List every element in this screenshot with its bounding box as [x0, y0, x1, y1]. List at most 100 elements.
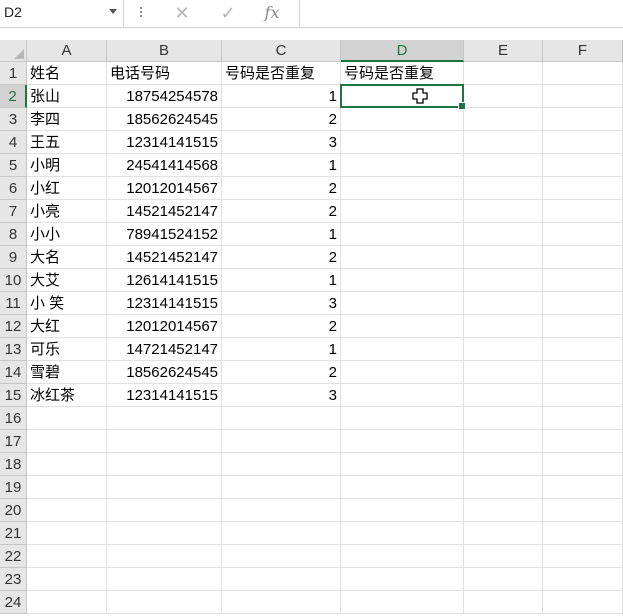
row-header-3[interactable]: 3: [0, 108, 27, 131]
cell-a17[interactable]: [27, 430, 107, 453]
cell-c12[interactable]: 2: [222, 315, 341, 338]
cell-d14[interactable]: [341, 361, 464, 384]
cell-a18[interactable]: [27, 453, 107, 476]
cell-a12[interactable]: 大红: [27, 315, 107, 338]
row-header-9[interactable]: 9: [0, 246, 27, 269]
cell-b23[interactable]: [107, 568, 222, 591]
cell-d15[interactable]: [341, 384, 464, 407]
cell-c17[interactable]: [222, 430, 341, 453]
cell-b8[interactable]: 78941524152: [107, 223, 222, 246]
cell-d17[interactable]: [341, 430, 464, 453]
cell-e3[interactable]: [464, 108, 543, 131]
cell-f18[interactable]: [543, 453, 623, 476]
cell-d13[interactable]: [341, 338, 464, 361]
row-header-1[interactable]: 1: [0, 62, 27, 85]
cell-e5[interactable]: [464, 154, 543, 177]
cell-a15[interactable]: 冰红茶: [27, 384, 107, 407]
cell-f13[interactable]: [543, 338, 623, 361]
cell-d1[interactable]: 号码是否重复: [341, 62, 464, 85]
cell-f19[interactable]: [543, 476, 623, 499]
column-header-f[interactable]: F: [543, 40, 623, 62]
cell-e19[interactable]: [464, 476, 543, 499]
cell-a22[interactable]: [27, 545, 107, 568]
cell-a1[interactable]: 姓名: [27, 62, 107, 85]
row-header-18[interactable]: 18: [0, 453, 27, 476]
cell-d3[interactable]: [341, 108, 464, 131]
cell-e12[interactable]: [464, 315, 543, 338]
row-header-13[interactable]: 13: [0, 338, 27, 361]
cell-f24[interactable]: [543, 591, 623, 614]
cell-d6[interactable]: [341, 177, 464, 200]
cell-a14[interactable]: 雪碧: [27, 361, 107, 384]
cell-a13[interactable]: 可乐: [27, 338, 107, 361]
cell-f15[interactable]: [543, 384, 623, 407]
cell-b10[interactable]: 12614141515: [107, 269, 222, 292]
cell-e24[interactable]: [464, 591, 543, 614]
cell-b22[interactable]: [107, 545, 222, 568]
cell-b21[interactable]: [107, 522, 222, 545]
cell-e15[interactable]: [464, 384, 543, 407]
cell-b6[interactable]: 12012014567: [107, 177, 222, 200]
cell-c18[interactable]: [222, 453, 341, 476]
cell-d10[interactable]: [341, 269, 464, 292]
cell-b19[interactable]: [107, 476, 222, 499]
cell-a23[interactable]: [27, 568, 107, 591]
cell-e4[interactable]: [464, 131, 543, 154]
row-header-4[interactable]: 4: [0, 131, 27, 154]
cell-b17[interactable]: [107, 430, 222, 453]
fill-handle[interactable]: [458, 102, 466, 110]
cell-a24[interactable]: [27, 591, 107, 614]
cell-d9[interactable]: [341, 246, 464, 269]
cell-f20[interactable]: [543, 499, 623, 522]
cell-c23[interactable]: [222, 568, 341, 591]
cell-d16[interactable]: [341, 407, 464, 430]
cell-e22[interactable]: [464, 545, 543, 568]
cell-b24[interactable]: [107, 591, 222, 614]
cell-f23[interactable]: [543, 568, 623, 591]
active-cell-selection[interactable]: [340, 84, 466, 110]
cell-d23[interactable]: [341, 568, 464, 591]
cell-c9[interactable]: 2: [222, 246, 341, 269]
cell-b1[interactable]: 电话号码: [107, 62, 222, 85]
column-header-b[interactable]: B: [107, 40, 222, 62]
cell-e10[interactable]: [464, 269, 543, 292]
row-header-20[interactable]: 20: [0, 499, 27, 522]
cell-e13[interactable]: [464, 338, 543, 361]
row-header-19[interactable]: 19: [0, 476, 27, 499]
cell-f12[interactable]: [543, 315, 623, 338]
cell-c11[interactable]: 3: [222, 292, 341, 315]
cell-c6[interactable]: 2: [222, 177, 341, 200]
cell-d22[interactable]: [341, 545, 464, 568]
cell-d7[interactable]: [341, 200, 464, 223]
cell-c24[interactable]: [222, 591, 341, 614]
cell-e8[interactable]: [464, 223, 543, 246]
cell-b11[interactable]: 12314141515: [107, 292, 222, 315]
cell-a10[interactable]: 大艾: [27, 269, 107, 292]
cell-b3[interactable]: 18562624545: [107, 108, 222, 131]
cell-d18[interactable]: [341, 453, 464, 476]
cell-a19[interactable]: [27, 476, 107, 499]
chevron-down-icon[interactable]: [109, 9, 117, 14]
cell-a8[interactable]: 小小: [27, 223, 107, 246]
cell-a11[interactable]: 小 笑: [27, 292, 107, 315]
insert-function-icon[interactable]: fx: [257, 2, 287, 24]
cell-c2[interactable]: 1: [222, 85, 341, 108]
row-header-24[interactable]: 24: [0, 591, 27, 614]
row-header-21[interactable]: 21: [0, 522, 27, 545]
cell-e7[interactable]: [464, 200, 543, 223]
column-header-e[interactable]: E: [464, 40, 543, 62]
cell-a5[interactable]: 小明: [27, 154, 107, 177]
column-header-a[interactable]: A: [27, 40, 107, 62]
cell-d20[interactable]: [341, 499, 464, 522]
cell-f10[interactable]: [543, 269, 623, 292]
cell-c13[interactable]: 1: [222, 338, 341, 361]
cell-d24[interactable]: [341, 591, 464, 614]
cell-b14[interactable]: 18562624545: [107, 361, 222, 384]
cell-c10[interactable]: 1: [222, 269, 341, 292]
cell-f8[interactable]: [543, 223, 623, 246]
cell-c1[interactable]: 号码是否重复: [222, 62, 341, 85]
select-all-button[interactable]: [0, 40, 27, 62]
cell-d4[interactable]: [341, 131, 464, 154]
cell-e2[interactable]: [464, 85, 543, 108]
cell-d8[interactable]: [341, 223, 464, 246]
